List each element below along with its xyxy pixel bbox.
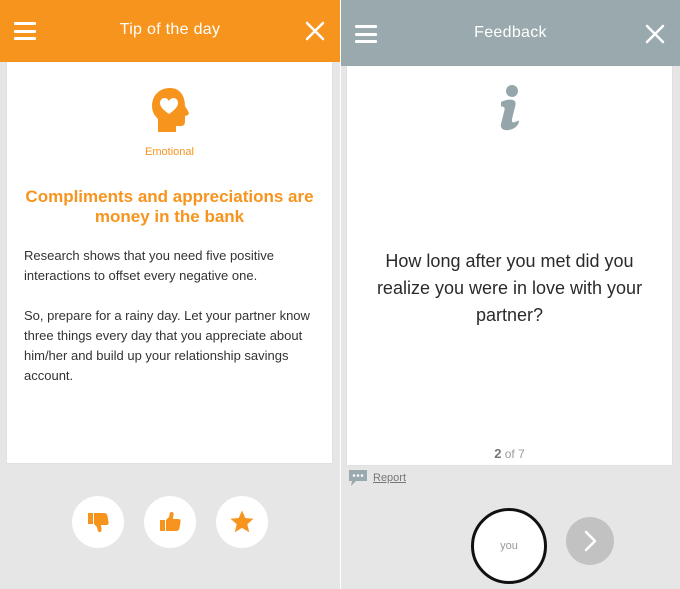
- next-button[interactable]: [566, 517, 614, 565]
- report-link[interactable]: Report: [348, 469, 406, 487]
- answer-you-button[interactable]: you: [471, 508, 547, 584]
- chevron-right-icon: [584, 530, 597, 552]
- tip-of-the-day-screen: Tip of the day Emotional Compliments and…: [0, 0, 340, 589]
- tip-paragraph: Research shows that you need five positi…: [24, 248, 275, 283]
- thumbs-up-icon: [160, 512, 181, 531]
- star-icon: [230, 510, 254, 533]
- feedback-question: How long after you met did you realize y…: [376, 251, 643, 325]
- thumbs-up-button[interactable]: [144, 496, 196, 548]
- info-icon: [500, 85, 519, 131]
- tip-card: Emotional Compliments and appreciations …: [7, 62, 332, 463]
- tip-heading: Compliments and appreciations are money …: [25, 187, 314, 226]
- feedback-card: How long after you met did you realize y…: [347, 66, 672, 465]
- feedback-screen: Feedback How long after you met did you …: [341, 0, 680, 589]
- tip-paragraph: So, prepare for a rainy day. Let your pa…: [24, 308, 310, 383]
- head-heart-icon: [152, 88, 189, 132]
- star-button[interactable]: [216, 496, 268, 548]
- tip-screen-title: Tip of the day: [119, 21, 221, 38]
- close-icon[interactable]: [644, 23, 666, 45]
- feedback-screen-title: Feedback: [474, 24, 547, 41]
- pager-separator: of: [501, 447, 519, 461]
- pager-total: 7: [518, 447, 525, 461]
- speech-bubble-icon: [349, 470, 367, 486]
- thumbs-down-button[interactable]: [72, 496, 124, 548]
- tip-top-bar: Tip of the day: [0, 0, 340, 62]
- thumbs-down-icon: [88, 513, 109, 532]
- category-label: Emotional: [145, 146, 194, 158]
- question-pager: 2 of 7: [347, 446, 672, 461]
- close-icon[interactable]: [304, 20, 326, 42]
- report-label: Report: [373, 472, 407, 484]
- feedback-top-bar: Feedback: [341, 0, 680, 66]
